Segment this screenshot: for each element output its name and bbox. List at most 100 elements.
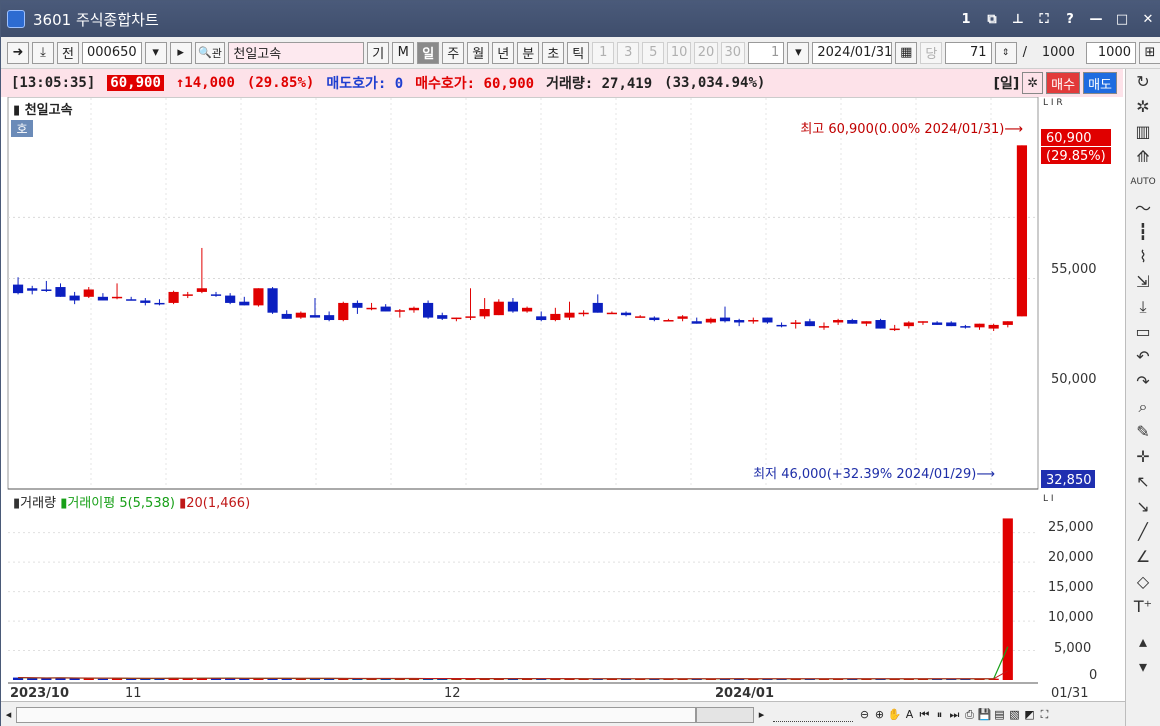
x-label-2023-10: 2023/10	[10, 686, 69, 701]
price-lir-toggle[interactable]: L I R	[1043, 98, 1063, 108]
candle-body	[366, 307, 377, 310]
scroll-track[interactable]	[16, 706, 696, 723]
ruler-icon[interactable]: ◇	[1126, 569, 1160, 594]
minute-3-button[interactable]: 3	[617, 41, 640, 64]
last-price-label: 60,900	[1046, 131, 1092, 146]
candlestick-icon[interactable]: ┇	[1126, 219, 1160, 244]
code-dropdown-icon[interactable]: ▾	[144, 41, 167, 64]
gear-icon[interactable]: ✲	[1022, 72, 1044, 94]
table-icon[interactable]: ▤	[992, 707, 1007, 723]
stock-name-field[interactable]: 천일고속	[228, 41, 365, 64]
search-icon[interactable]: 🔍 관	[194, 41, 226, 64]
eraser-icon[interactable]: ✎	[1126, 419, 1160, 444]
chart-area[interactable]: ▮ 천일고속 호 최고 60,900(0.00% 2024/01/31)⟶ 최저…	[1, 97, 1125, 701]
period-year-tab[interactable]: 년	[492, 41, 515, 64]
pointer-icon[interactable]: ↘	[1126, 494, 1160, 519]
unit-input[interactable]: 1	[747, 41, 785, 64]
fullscreen-icon[interactable]: ⛶	[1033, 8, 1055, 30]
period-tick-tab[interactable]: 틱	[567, 41, 590, 64]
sell-order-button[interactable]: 매도	[1083, 72, 1117, 94]
next-icon[interactable]: ▸	[169, 41, 192, 64]
scroll-up-icon[interactable]: ▴	[1126, 629, 1160, 654]
zoom-slider[interactable]	[773, 708, 853, 722]
download-icon[interactable]: ⤓	[32, 41, 54, 64]
send-icon[interactable]: ➜	[7, 41, 29, 64]
scroll-thumb[interactable]	[696, 706, 754, 723]
high-annotation: 최고 60,900(0.00% 2024/01/31)⟶	[800, 122, 1023, 137]
prev-button[interactable]: 전	[57, 41, 79, 64]
period-day-tab[interactable]: 일	[417, 41, 440, 64]
minimize-icon[interactable]: —	[1085, 8, 1107, 30]
text-tool-icon[interactable]: T⁺	[1126, 594, 1160, 619]
mode-badge[interactable]: 호	[16, 122, 27, 136]
export-icon[interactable]: ⇲	[1126, 269, 1160, 294]
line-chart-icon[interactable]: ⌇	[1126, 244, 1160, 269]
price-tick-55000: 55,000	[1051, 262, 1097, 277]
first-icon[interactable]: ⏮	[917, 707, 932, 723]
scroll-down-icon[interactable]: ▾	[1126, 654, 1160, 679]
last-icon[interactable]: ⏭	[947, 707, 962, 723]
maximize-icon[interactable]: □	[1111, 8, 1133, 30]
view-count-input[interactable]: 1000	[1085, 41, 1136, 64]
gear-icon[interactable]: ✲	[1126, 94, 1160, 119]
window-icon[interactable]: ▭	[1126, 319, 1160, 344]
minute-30-button[interactable]: 30	[720, 41, 745, 64]
m-button[interactable]: M	[392, 41, 415, 64]
hand-icon[interactable]: ✋	[887, 707, 902, 723]
pin-icon[interactable]: ⊥	[1007, 8, 1029, 30]
code-input[interactable]: 000650	[82, 41, 142, 64]
refresh-icon[interactable]: ↻	[1126, 69, 1160, 94]
help-icon[interactable]: ?	[1059, 8, 1081, 30]
period-minute-tab[interactable]: 분	[517, 41, 540, 64]
palette-icon[interactable]: ◩	[1022, 707, 1037, 723]
calendar-icon[interactable]: ▦	[895, 41, 918, 64]
candle-body	[705, 318, 716, 323]
candle-body	[578, 312, 589, 315]
close-icon[interactable]: ✕	[1137, 8, 1159, 30]
count-input[interactable]: 71	[945, 41, 992, 64]
save-icon[interactable]: 💾	[977, 707, 992, 723]
auto-fit-icon[interactable]: A	[902, 707, 917, 723]
image-icon[interactable]: ▧	[1007, 707, 1022, 723]
capture-icon[interactable]: ⎙	[962, 707, 977, 723]
count-spinner-icon[interactable]: ⇕	[994, 41, 1017, 64]
info-icon[interactable]: 1	[955, 8, 977, 30]
candle-body	[889, 328, 900, 331]
buy-order-button[interactable]: 매수	[1046, 72, 1081, 94]
period-month-tab[interactable]: 월	[467, 41, 490, 64]
link-icon[interactable]: ⧉	[981, 8, 1003, 30]
redo-icon[interactable]: ↷	[1126, 369, 1160, 394]
auto-icon[interactable]: AUTO	[1126, 169, 1160, 194]
scroll-left-icon[interactable]: ◂	[1, 707, 16, 723]
minute-1-button[interactable]: 1	[592, 41, 615, 64]
candle-body	[663, 320, 674, 322]
save-icon[interactable]: ⤓	[1126, 294, 1160, 319]
scroll-right-icon[interactable]: ▸	[754, 707, 769, 723]
date-input[interactable]: 2024/01/31	[812, 41, 893, 64]
settings-add-icon[interactable]: ⊞	[1139, 41, 1160, 64]
undo-icon[interactable]: ↶	[1126, 344, 1160, 369]
zoom-in-icon[interactable]: ⊕	[872, 707, 887, 723]
quote-status-bar: [13:05:35] 60,900 ↑14,000 (29.85%) 매도호가:…	[1, 69, 1123, 97]
angle-tool-icon[interactable]: ∠	[1126, 544, 1160, 569]
crosshair-icon[interactable]: ✛	[1126, 444, 1160, 469]
magnifier-icon[interactable]: ⌕	[1126, 394, 1160, 419]
pause-icon[interactable]: ⏸	[932, 707, 947, 723]
dang-button[interactable]: 당	[920, 41, 943, 64]
period-second-tab[interactable]: 초	[542, 41, 565, 64]
period-week-tab[interactable]: 주	[442, 41, 465, 64]
minute-10-button[interactable]: 10	[667, 41, 692, 64]
unit-dropdown-icon[interactable]: ▾	[787, 41, 810, 64]
full-icon[interactable]: ⛶	[1037, 707, 1052, 723]
minute-20-button[interactable]: 20	[694, 41, 718, 64]
line-tool-icon[interactable]: ╱	[1126, 519, 1160, 544]
candle-body	[126, 299, 137, 301]
volume-li-toggle[interactable]: L I	[1043, 494, 1054, 504]
minute-5-button[interactable]: 5	[642, 41, 665, 64]
cursor-icon[interactable]: ↖	[1126, 469, 1160, 494]
candle-indicator-icon[interactable]: ⟰	[1126, 144, 1160, 169]
indicator-icon[interactable]: ▥	[1126, 119, 1160, 144]
zoom-out-icon[interactable]: ⊖	[857, 707, 872, 723]
trend-icon[interactable]: 〜	[1126, 194, 1160, 219]
gi-button[interactable]: 기	[367, 41, 390, 64]
